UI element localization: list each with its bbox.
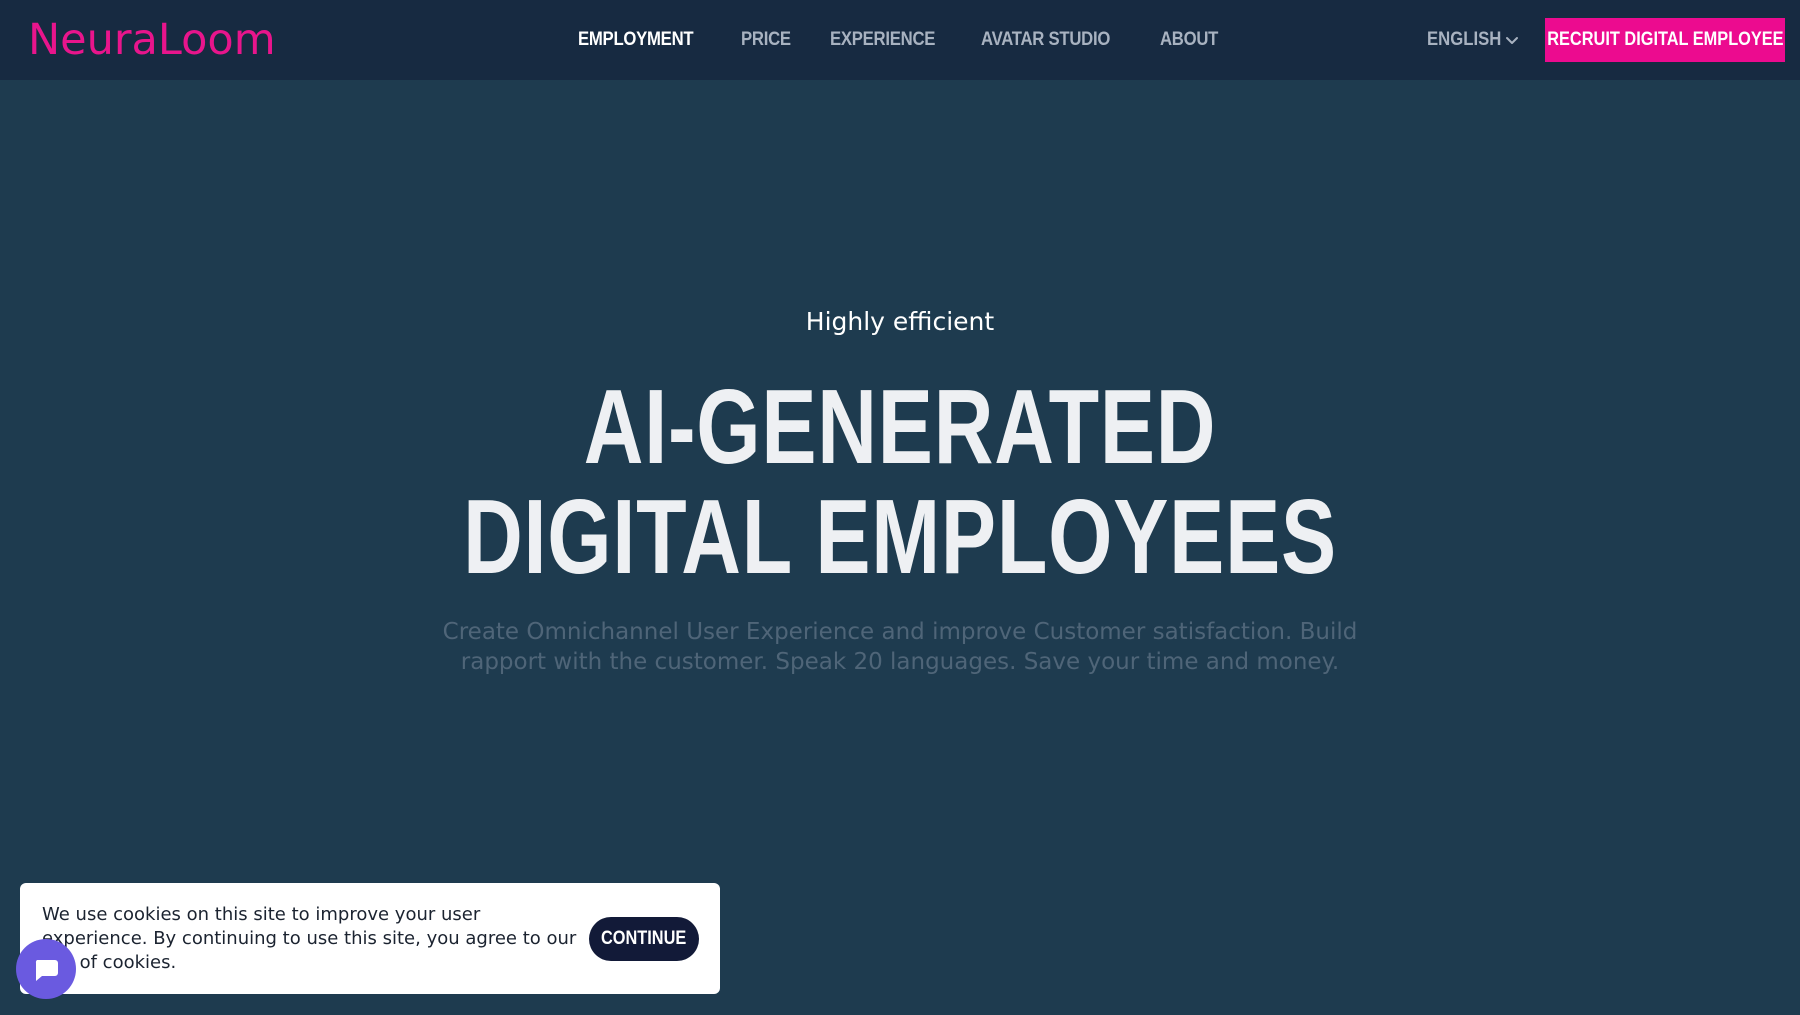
main-nav: EMPLOYMENT PRICE EXPERIENCE AVATAR STUDI… bbox=[578, 0, 1258, 80]
hero-subtitle: Create Omnichannel User Experience and i… bbox=[442, 619, 1358, 675]
language-label: ENGLISH bbox=[1427, 29, 1502, 50]
nav-item-price[interactable]: PRICE bbox=[741, 29, 791, 51]
cookie-message-text: We use cookies on this site to improve y… bbox=[42, 904, 577, 949]
chat-bubble-icon bbox=[35, 960, 58, 981]
recruit-digital-employee-button[interactable]: RECRUIT DIGITAL EMPLOYEE bbox=[1545, 18, 1785, 62]
hero-title-line-2: DIGITAL EMPLOYEES bbox=[463, 478, 1337, 596]
continue-button[interactable]: CONTINUE bbox=[589, 917, 699, 961]
cookie-message-end: of cookies. bbox=[73, 952, 177, 973]
top-navbar: NeuraLoom EMPLOYMENT PRICE EXPERIENCE AV… bbox=[0, 0, 1800, 80]
hero-title: AI-GENERATED DIGITAL EMPLOYEES bbox=[0, 372, 1800, 592]
language-selector[interactable]: ENGLISH bbox=[1427, 0, 1519, 80]
nav-item-avatar-studio[interactable]: AVATAR STUDIO bbox=[981, 29, 1110, 51]
nav-item-employment[interactable]: EMPLOYMENT bbox=[578, 29, 694, 51]
nav-item-experience[interactable]: EXPERIENCE bbox=[830, 29, 935, 51]
hero-eyebrow: Highly efficient bbox=[805, 307, 995, 336]
hero-title-line-1: AI-GENERATED bbox=[583, 368, 1217, 486]
cta-label: RECRUIT DIGITAL EMPLOYEE bbox=[1546, 29, 1784, 50]
chevron-down-icon bbox=[1506, 37, 1519, 44]
brand-logo[interactable]: NeuraLoom bbox=[28, 14, 276, 66]
cookie-message: We use cookies on this site to improve y… bbox=[42, 903, 577, 975]
cookie-banner: We use cookies on this site to improve y… bbox=[20, 883, 720, 994]
chat-widget-button[interactable] bbox=[16, 939, 76, 999]
continue-button-label: CONTINUE bbox=[601, 928, 687, 949]
nav-item-about[interactable]: ABOUT bbox=[1160, 29, 1218, 51]
